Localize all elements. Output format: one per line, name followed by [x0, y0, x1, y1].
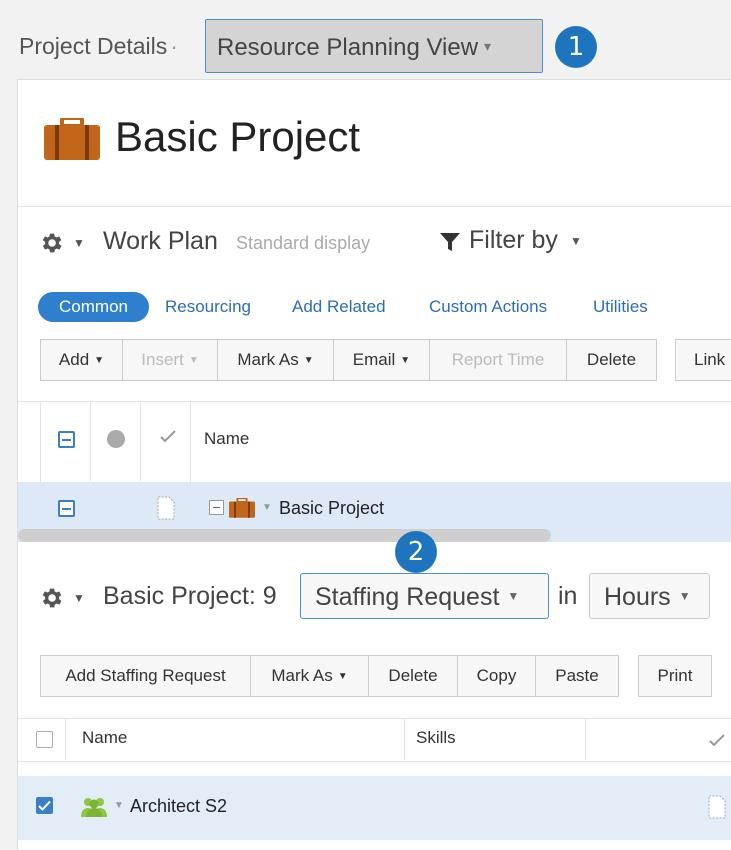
column-header-name[interactable]: Name — [82, 728, 127, 748]
chevron-down-icon: ▼ — [400, 355, 411, 366]
tab-add-related[interactable]: Add Related — [292, 297, 386, 317]
breadcrumb: Project Details · — [19, 33, 178, 60]
report-time-button[interactable]: Report Time — [429, 339, 567, 381]
tab-resourcing[interactable]: Resourcing — [165, 297, 251, 317]
column-divider — [90, 401, 91, 481]
work-plan-item-name[interactable]: Basic Project — [279, 498, 384, 519]
add-button[interactable]: Add ▼ — [40, 339, 123, 381]
column-divider — [65, 718, 66, 760]
work-plan-display-link[interactable]: Standard display — [236, 233, 370, 254]
staffing-view-select[interactable]: Staffing Request ▼ — [300, 573, 549, 619]
briefcase-icon — [44, 118, 100, 160]
chevron-down-icon: ▼ — [507, 589, 520, 603]
chevron-down-icon[interactable]: ▼ — [73, 236, 85, 250]
column-divider — [404, 718, 405, 760]
status-dot-icon — [107, 430, 125, 448]
chevron-down-icon: ▼ — [337, 671, 348, 682]
table-row[interactable] — [18, 776, 731, 840]
in-label: in — [558, 582, 578, 610]
column-header-name[interactable]: Name — [204, 429, 249, 449]
chevron-down-icon: ▼ — [303, 355, 314, 366]
delete-button[interactable]: Delete — [368, 655, 458, 697]
paste-button[interactable]: Paste — [535, 655, 619, 697]
copy-button[interactable]: Copy — [457, 655, 536, 697]
delete-button[interactable]: Delete — [566, 339, 657, 381]
select-all-checkbox[interactable] — [58, 431, 75, 448]
mark-as-button[interactable]: Mark As ▼ — [250, 655, 369, 697]
checkmark-icon — [160, 430, 176, 443]
document-icon — [157, 496, 175, 520]
select-all-checkbox[interactable] — [36, 731, 53, 748]
horizontal-scrollbar[interactable] — [18, 529, 551, 542]
people-icon — [81, 798, 107, 817]
chevron-down-icon: ▼ — [94, 355, 105, 366]
link-button[interactable]: Link — [675, 339, 731, 381]
step-badge-2: 2 — [395, 531, 437, 573]
document-icon — [708, 795, 726, 819]
filter-icon[interactable] — [439, 231, 461, 253]
collapse-tree-icon[interactable] — [209, 500, 224, 515]
resource-planning-view-label: Resource Planning View — [217, 34, 479, 61]
column-divider — [140, 401, 141, 481]
email-button[interactable]: Email ▼ — [333, 339, 430, 381]
chevron-down-icon[interactable]: ▼ — [570, 234, 582, 248]
staffing-request-name[interactable]: Architect S2 — [130, 796, 227, 817]
column-divider — [585, 718, 586, 760]
work-plan-grid-header — [18, 401, 731, 483]
briefcase-icon — [229, 498, 255, 518]
step-badge-1: 1 — [555, 26, 597, 68]
filter-by-button[interactable]: Filter by — [469, 226, 558, 255]
gear-icon[interactable] — [38, 230, 64, 256]
chevron-down-icon[interactable]: ▼ — [114, 800, 124, 811]
print-button[interactable]: Print — [638, 655, 712, 697]
breadcrumb-separator: · — [170, 33, 178, 59]
tab-custom-actions[interactable]: Custom Actions — [429, 297, 547, 317]
resource-planning-view-dropdown[interactable]: Resource Planning View ▾ — [205, 19, 543, 73]
chevron-down-icon[interactable]: ▼ — [262, 502, 272, 513]
page-title: Basic Project — [115, 113, 361, 160]
insert-button[interactable]: Insert ▼ — [122, 339, 218, 381]
row-checkbox[interactable] — [58, 500, 75, 517]
mark-as-button[interactable]: Mark As ▼ — [217, 339, 334, 381]
work-plan-title: Work Plan — [103, 227, 218, 255]
unit-select[interactable]: Hours ▼ — [589, 573, 710, 619]
column-header-skills[interactable]: Skills — [416, 728, 456, 748]
breadcrumb-parent-link[interactable]: Project Details — [19, 33, 167, 59]
chevron-down-icon: ▼ — [188, 355, 199, 366]
chevron-down-icon: ▾ — [484, 38, 492, 54]
tab-common[interactable]: Common — [38, 292, 149, 322]
staffing-title: Basic Project: 9 — [103, 582, 277, 610]
chevron-down-icon: ▼ — [678, 589, 691, 603]
gear-icon[interactable] — [38, 585, 64, 611]
divider — [18, 206, 731, 207]
checkmark-icon — [709, 734, 725, 747]
add-staffing-request-button[interactable]: Add Staffing Request — [40, 655, 251, 697]
checkmark-icon — [38, 800, 51, 811]
tab-utilities[interactable]: Utilities — [593, 297, 648, 317]
row-checkbox[interactable] — [36, 797, 53, 814]
chevron-down-icon[interactable]: ▼ — [73, 591, 85, 605]
